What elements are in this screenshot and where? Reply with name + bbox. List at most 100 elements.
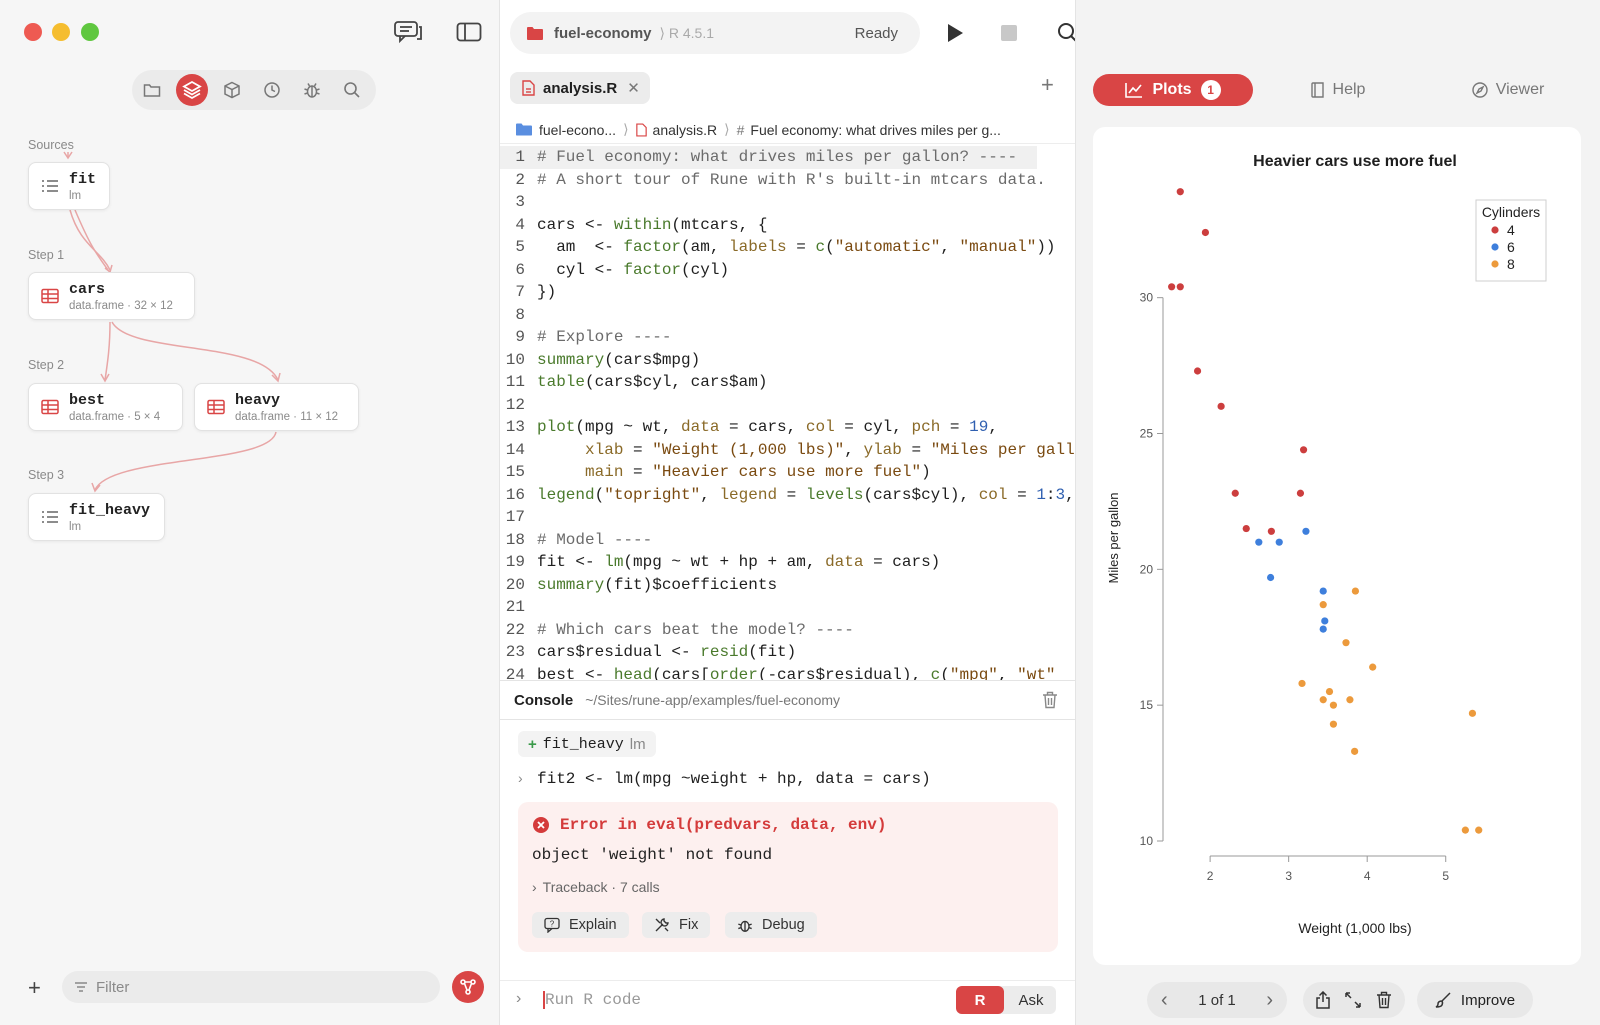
data-point-cyl-8: [1475, 826, 1483, 834]
axes: 10 15 20 25 30 2 3 4 5: [1140, 291, 1450, 883]
next-plot-icon[interactable]: ›: [1266, 989, 1273, 1012]
data-points: [1168, 188, 1483, 834]
plot-pager: ‹ 1 of 1 ›: [1147, 982, 1287, 1018]
flow-node-fit-heavy[interactable]: fit_heavy lm: [28, 493, 165, 541]
breadcrumb-folder[interactable]: fuel-econo...: [539, 122, 616, 138]
viewer-label: Viewer: [1495, 81, 1545, 98]
new-tab-icon[interactable]: +: [1041, 72, 1054, 98]
debug-button[interactable]: Debug: [725, 912, 817, 938]
code-line[interactable]: 14 xlab = "Weight (1,000 lbs)", ylab = "…: [500, 439, 1075, 462]
tab-help[interactable]: Help: [1258, 74, 1418, 106]
code-line[interactable]: 12: [500, 394, 1037, 417]
line-code: fit <- lm(mpg ~ wt + hp + am, data = car…: [537, 553, 941, 571]
flow-node-heavy[interactable]: heavy data.frame · 11 × 12: [194, 383, 359, 431]
code-line[interactable]: 6 cyl <- factor(cyl): [500, 259, 1037, 282]
editor-tabbar: analysis.R ✕ +: [500, 70, 1075, 110]
code-line[interactable]: 19 fit <- lm(mpg ~ wt + hp + am, data = c…: [500, 551, 1037, 574]
flow-node-cars[interactable]: cars data.frame · 32 × 12: [28, 272, 195, 320]
created-object-chip[interactable]: + fit_heavy lm: [518, 731, 656, 757]
code-line[interactable]: 4 cars <- within(mtcars, {: [500, 214, 1037, 237]
code-line[interactable]: 10 summary(cars$mpg): [500, 349, 1037, 372]
console-title: Console: [514, 691, 574, 709]
code-line[interactable]: 8: [500, 304, 1037, 327]
breadcrumb-file[interactable]: analysis.R: [653, 122, 718, 138]
console-input[interactable]: Run R code: [545, 991, 641, 1009]
line-number: 3: [515, 193, 525, 211]
scatter-plot[interactable]: Heavier cars use more fuel Weight (1,000…: [1093, 127, 1581, 965]
close-tab-icon[interactable]: ✕: [627, 79, 640, 97]
improve-button[interactable]: Improve: [1417, 982, 1533, 1018]
stop-icon[interactable]: [998, 22, 1020, 44]
fix-button[interactable]: Fix: [642, 912, 711, 938]
data-point-cyl-4: [1267, 527, 1275, 535]
code-line[interactable]: 17: [500, 506, 1037, 529]
code-line[interactable]: 23 cars$residual <- resid(fit): [500, 641, 1037, 664]
share-icon[interactable]: [1315, 991, 1331, 1009]
tab-viewer[interactable]: Viewer: [1428, 74, 1588, 106]
code-line[interactable]: 11 table(cars$cyl, cars$am): [500, 371, 1037, 394]
mode-ask-button[interactable]: Ask: [1008, 986, 1054, 1014]
svg-text:?: ?: [550, 920, 555, 929]
trash-icon[interactable]: [1042, 691, 1058, 709]
expand-icon[interactable]: [1345, 992, 1361, 1008]
chart-title: Heavier cars use more fuel: [1253, 153, 1457, 170]
code-line[interactable]: 16 legend("topright", legend = levels(car…: [500, 484, 1075, 507]
code-line[interactable]: 5 am <- factor(am, labels = c("automatic…: [500, 236, 1055, 259]
mode-r-button[interactable]: R: [956, 986, 1004, 1014]
code-line[interactable]: 9 # Explore ----: [500, 326, 1037, 349]
run-play-icon[interactable]: [942, 20, 968, 46]
line-number: 7: [515, 283, 525, 301]
code-line[interactable]: 18 # Model ----: [500, 529, 1037, 552]
code-line[interactable]: 2 # A short tour of Rune with R's built-i…: [500, 169, 1046, 192]
data-point-cyl-4: [1217, 402, 1225, 410]
filter-input[interactable]: Filter: [62, 971, 440, 1003]
error-title-text: Error in eval(predvars, data, env): [560, 816, 887, 834]
line-number: 18: [505, 530, 525, 549]
add-icon[interactable]: +: [28, 975, 41, 1001]
explain-button[interactable]: ? Explain: [532, 912, 629, 938]
code-line[interactable]: 21: [500, 596, 1037, 619]
code-line[interactable]: 24 best <- head(cars[order(-cars$residual…: [500, 664, 1056, 681]
line-number: 10: [505, 350, 525, 369]
code-line[interactable]: 1 # Fuel economy: what drives miles per g…: [500, 146, 1037, 169]
code-editor[interactable]: 1 # Fuel economy: what drives miles per g…: [500, 146, 1075, 680]
data-point-cyl-4: [1176, 188, 1184, 196]
breadcrumb-section[interactable]: Fuel economy: what drives miles per g...: [750, 122, 1001, 138]
code-line[interactable]: 7}): [500, 281, 1037, 304]
data-point-cyl-4: [1201, 228, 1210, 237]
editor-tab-analysis[interactable]: analysis.R ✕: [510, 72, 650, 104]
line-number: 4: [515, 215, 525, 234]
tab-label: analysis.R: [543, 79, 618, 97]
help-bubble-icon: ?: [544, 917, 560, 933]
error-message: object 'weight' not found: [532, 846, 773, 864]
x-tick-label: 2: [1207, 869, 1214, 883]
flow-node-best[interactable]: best data.frame · 5 × 4: [28, 383, 183, 431]
code-line[interactable]: 13 plot(mpg ~ wt, data = cars, col = cyl,…: [500, 416, 1037, 439]
tab-plots[interactable]: Plots 1: [1093, 74, 1253, 106]
data-point-cyl-4: [1296, 489, 1305, 497]
data-point-cyl-6: [1255, 538, 1263, 546]
code-line[interactable]: 22 # Which cars beat the model? ----: [500, 619, 1037, 642]
legend-entry: 6: [1507, 239, 1515, 255]
prev-plot-icon[interactable]: ‹: [1161, 989, 1168, 1012]
trash-icon[interactable]: [1376, 991, 1392, 1009]
code-line[interactable]: 20 summary(fit)$coefficients: [500, 574, 1037, 597]
code-line[interactable]: 3: [500, 191, 1037, 214]
code-line[interactable]: 15 main = "Heavier cars use more fuel"): [500, 461, 1037, 484]
bug-icon: [737, 917, 753, 933]
flow-step-label: Step 2: [28, 358, 65, 372]
pager-label: 1 of 1: [1198, 991, 1236, 1009]
graph-branch-icon[interactable]: [452, 971, 484, 1003]
chart-line-icon: [1125, 82, 1143, 98]
traceback-toggle[interactable]: › Traceback · 7 calls: [532, 879, 660, 895]
node-name: heavy: [235, 391, 281, 409]
flow-node-fit[interactable]: fit lm: [28, 162, 110, 210]
y-tick-label: 30: [1140, 291, 1154, 305]
data-point-cyl-8: [1369, 663, 1377, 671]
data-point-cyl-8: [1325, 687, 1334, 696]
plus-icon: +: [528, 735, 537, 753]
debug-label: Debug: [762, 917, 805, 933]
plot-card: Heavier cars use more fuel Weight (1,000…: [1093, 127, 1581, 965]
explain-label: Explain: [569, 917, 617, 933]
project-name[interactable]: fuel-economy: [554, 25, 652, 42]
